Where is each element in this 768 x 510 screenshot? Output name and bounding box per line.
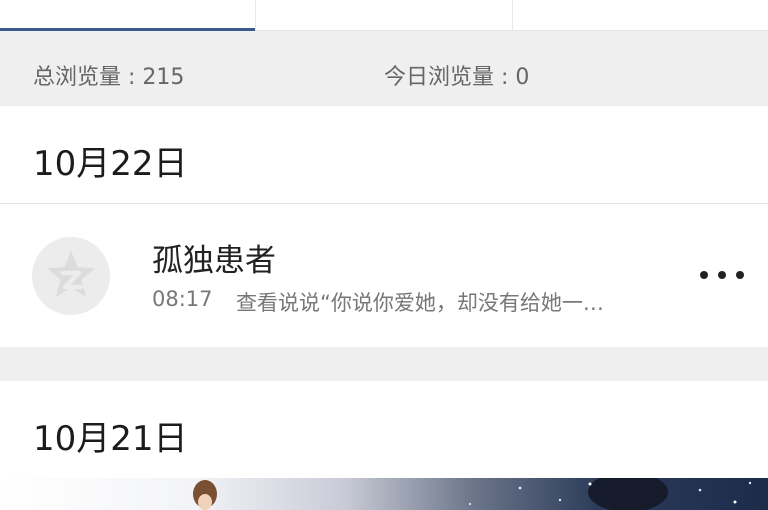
photo-banner-image	[193, 478, 752, 510]
tab-3[interactable]	[513, 0, 768, 30]
list-item[interactable]: 孤独患者 08:17 查看说说“你说你爱她，却没有给她一…	[0, 205, 768, 347]
qzone-star-icon	[47, 251, 95, 297]
more-dots-icon[interactable]	[690, 263, 754, 287]
visit-action: 查看说说“你说你爱她，却没有给她一…	[236, 291, 604, 315]
section-divider	[0, 347, 768, 381]
today-views: 今日浏览量 : 0	[384, 65, 530, 90]
date-header-2: 10月21日	[0, 381, 768, 479]
photo-banner[interactable]	[0, 478, 768, 510]
view-stats-bar: 总浏览量 : 215 今日浏览量 : 0	[0, 31, 768, 106]
tab-bar	[0, 0, 768, 31]
date-label: 10月22日	[33, 144, 188, 184]
visitor-name[interactable]: 孤独患者	[152, 235, 276, 280]
visit-time: 08:17	[152, 287, 213, 311]
avatar[interactable]	[32, 237, 110, 315]
date-label: 10月21日	[33, 419, 188, 459]
tab-1[interactable]	[0, 0, 257, 31]
date-header-1: 10月22日	[0, 106, 768, 204]
tab-2[interactable]	[256, 0, 513, 30]
total-views: 总浏览量 : 215	[33, 65, 185, 90]
